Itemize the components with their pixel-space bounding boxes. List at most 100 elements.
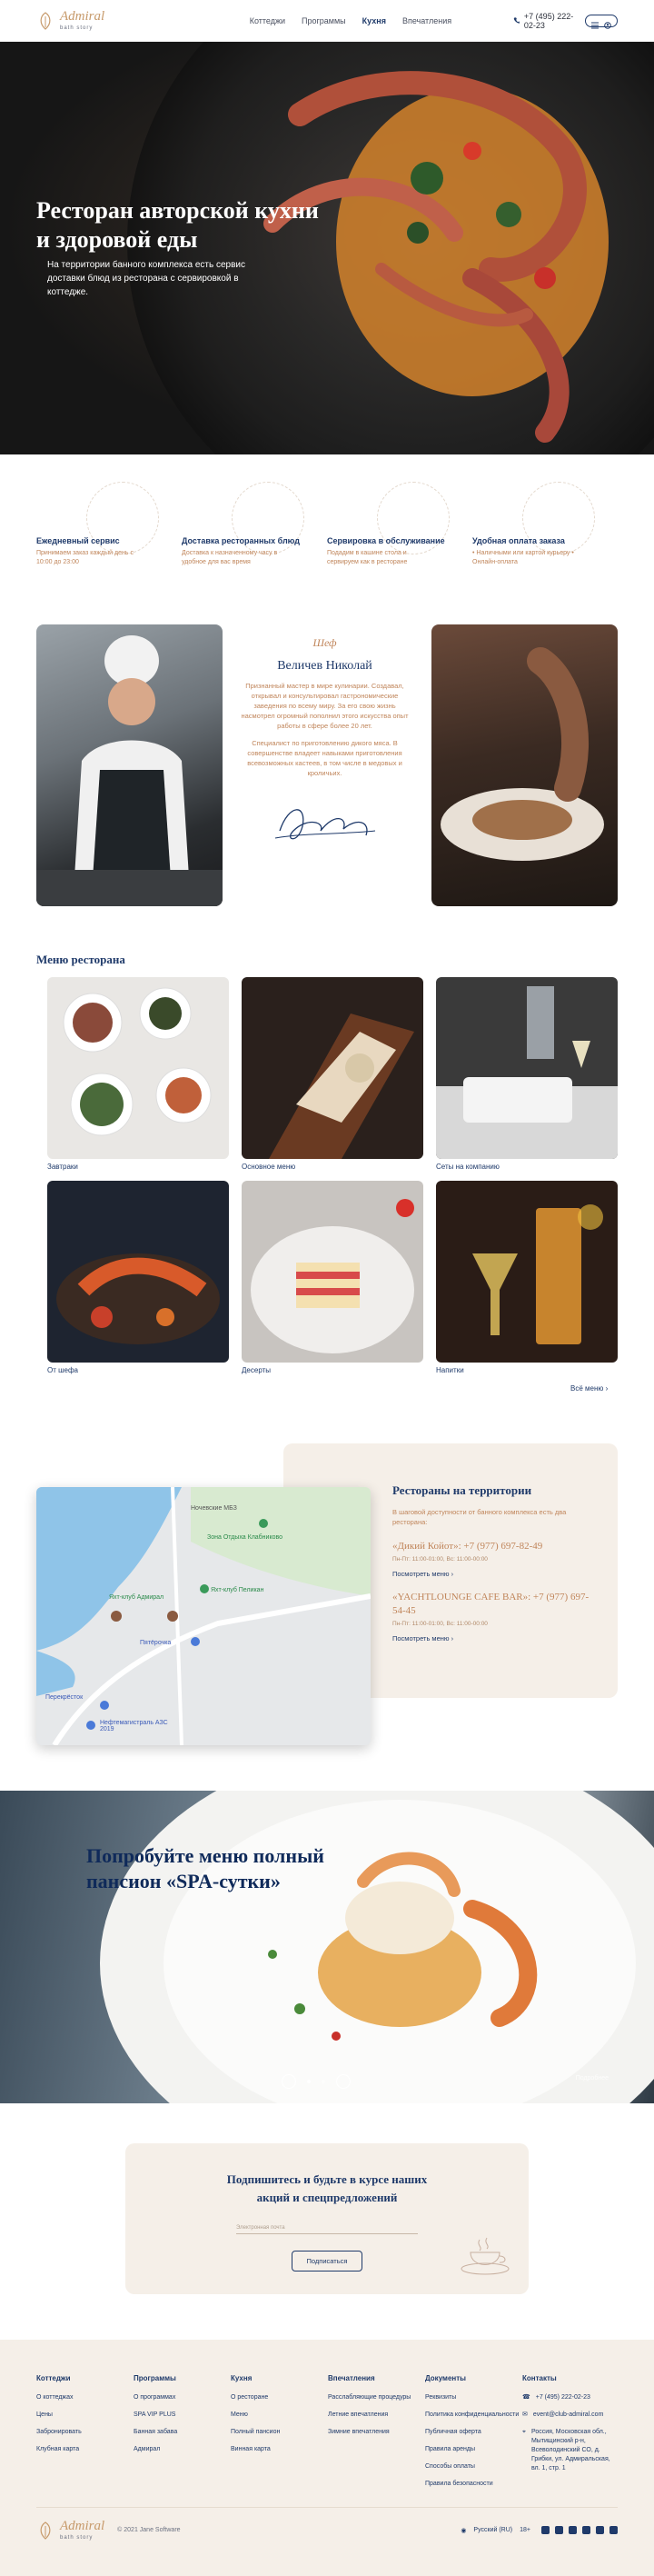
footer-phone[interactable]: ☎ +7 (495) 222-02-23 bbox=[522, 2393, 618, 2402]
footer-link[interactable]: Винная карта bbox=[231, 2445, 328, 2454]
footer-logo[interactable]: Admiral bath story bbox=[36, 2520, 104, 2541]
menu-card-label: Десерты bbox=[242, 1366, 272, 1374]
feature-text: Подадим в кашине стола и сервируем как в… bbox=[327, 550, 408, 565]
menu-grid: Завтраки Основное меню Сеты на компанию … bbox=[47, 977, 618, 1374]
restaurant-menu-link[interactable]: Посмотреть меню › bbox=[392, 1570, 601, 1578]
nav-item-kitchen[interactable]: Кухня bbox=[362, 16, 386, 25]
footer-column-experiences: Впечатления Расслабляющие процедуры Летн… bbox=[328, 2374, 425, 2497]
language-label: Русский (RU) bbox=[473, 2527, 513, 2533]
footer-link[interactable]: SPA VIP PLUS bbox=[134, 2411, 231, 2420]
footer-column-title: Кухня bbox=[231, 2374, 253, 2382]
map-label: Нефтемагистраль АЗС 2019 bbox=[100, 1720, 168, 1732]
slider-dot[interactable] bbox=[307, 2080, 311, 2083]
telegram-icon[interactable] bbox=[582, 2526, 590, 2534]
footer-link[interactable]: Меню bbox=[231, 2411, 328, 2420]
footer-link[interactable]: Правила безопасности bbox=[425, 2480, 522, 2489]
instagram-icon[interactable] bbox=[541, 2526, 550, 2534]
footer-link[interactable]: Цены bbox=[36, 2411, 134, 2420]
vk-icon[interactable] bbox=[609, 2526, 618, 2534]
restaurant-name[interactable]: «YACHTLOUNGE CAFE BAR»: +7 (977) 697-54-… bbox=[392, 1591, 601, 1618]
footer-phone-text: +7 (495) 222-02-23 bbox=[535, 2394, 590, 2401]
menu-card-image bbox=[242, 977, 423, 1159]
nav-item-programs[interactable]: Программы bbox=[302, 16, 346, 25]
map-label: Яхт-клуб Адмирал bbox=[109, 1594, 164, 1601]
menu-card-label: Напитки bbox=[436, 1366, 464, 1374]
restaurant-name[interactable]: «Дикий Койот»: +7 (977) 697-82-49 bbox=[392, 1540, 601, 1553]
social-links bbox=[541, 2526, 618, 2534]
footer-link[interactable]: Публичная оферта bbox=[425, 2428, 522, 2437]
nav-item-experiences[interactable]: Впечатления bbox=[402, 16, 451, 25]
footer-link[interactable]: Реквизиты bbox=[425, 2393, 522, 2402]
footer-link[interactable]: Зимние впечатления bbox=[328, 2428, 425, 2437]
footer-link[interactable]: О программах bbox=[134, 2393, 231, 2402]
map-label: Перекрёсток bbox=[45, 1694, 84, 1701]
feature-title: Доставка ресторанных блюд bbox=[182, 536, 300, 545]
all-menu-label: Всё меню bbox=[570, 1384, 604, 1393]
slider-prev-button[interactable] bbox=[282, 2074, 296, 2089]
footer-address: ⌖ Россия, Московская обл., Мытищинский р-… bbox=[522, 2428, 618, 2473]
footer-link[interactable]: Политика конфиденциальности bbox=[425, 2411, 522, 2420]
chevron-right-icon: › bbox=[451, 1570, 454, 1578]
language-selector[interactable]: ◉ Русский (RU) 18+ bbox=[461, 2527, 530, 2534]
footer-link[interactable]: Расслабляющие процедуры bbox=[328, 2393, 425, 2402]
all-menu-link[interactable]: Всё меню › bbox=[570, 1384, 608, 1393]
user-icon[interactable] bbox=[604, 17, 611, 29]
menu-card-main[interactable]: Основное меню bbox=[242, 977, 423, 1171]
whatsapp-icon[interactable] bbox=[569, 2526, 577, 2534]
footer-email[interactable]: ✉ event@club-admiral.com bbox=[522, 2411, 618, 2420]
footer-link[interactable]: Клубная карта bbox=[36, 2445, 134, 2454]
chevron-right-icon: › bbox=[451, 1634, 454, 1642]
restaurants-title: Рестораны на территории bbox=[392, 1483, 532, 1497]
chef-info: Шеф Величев Николай Признанный мастер в … bbox=[232, 636, 418, 849]
slider-dot[interactable] bbox=[322, 2080, 325, 2083]
subscribe-email-input[interactable]: Электронная почта bbox=[236, 2225, 418, 2234]
hero-title: Ресторан авторской кухни и здоровой еды bbox=[36, 197, 319, 253]
copyright: © 2021 Jane Software bbox=[117, 2527, 181, 2533]
footer-link[interactable]: Правила аренды bbox=[425, 2445, 522, 2454]
restaurants-map[interactable]: Ночевские МБЗ Зона Отдыха Клабниково Яхт… bbox=[36, 1487, 371, 1745]
menu-card-label: От шефа bbox=[47, 1366, 79, 1374]
map-label: Яхт-клуб Пеликан bbox=[211, 1587, 264, 1593]
restaurant-menu-link[interactable]: Посмотреть меню › bbox=[392, 1634, 601, 1642]
subscribe-button[interactable]: Подписаться bbox=[291, 2251, 363, 2271]
slider-next-button[interactable] bbox=[336, 2074, 351, 2089]
menu-card-sets[interactable]: Сеты на компанию bbox=[436, 977, 618, 1171]
logo[interactable]: Admiral bath story bbox=[36, 10, 195, 31]
footer-column-kitchen: Кухня О ресторане Меню Полный пансион Ви… bbox=[231, 2374, 328, 2497]
footer-link[interactable]: Полный пансион bbox=[231, 2428, 328, 2437]
footer-link[interactable]: Банная забава bbox=[134, 2428, 231, 2437]
menu-card-image bbox=[47, 977, 229, 1159]
footer-column-title: Впечатления bbox=[328, 2374, 375, 2382]
menu-card-breakfast[interactable]: Завтраки bbox=[47, 977, 229, 1171]
nav-item-cottages[interactable]: Коттеджи bbox=[250, 16, 285, 25]
menu-card-desserts[interactable]: Десерты bbox=[242, 1181, 423, 1374]
footer-link[interactable]: О ресторане bbox=[231, 2393, 328, 2402]
menu-section-title: Меню ресторана bbox=[36, 953, 125, 966]
subscribe-title: Подпишитесь и будьте в курсе наших акций… bbox=[226, 2172, 428, 2204]
dish-image bbox=[441, 647, 604, 861]
footer-link[interactable]: Забронировать bbox=[36, 2428, 134, 2437]
logo-mark-icon bbox=[40, 11, 51, 30]
logo-sub: bath story bbox=[60, 25, 94, 31]
footer-link[interactable]: Летние впечатления bbox=[328, 2411, 425, 2420]
footer-column-contacts: Контакты ☎ +7 (495) 222-02-23 ✉ event@club… bbox=[522, 2374, 618, 2497]
spa-corner-link[interactable]: Подробнее bbox=[576, 2075, 609, 2082]
footer-column-programs: Программы О программах SPA VIP PLUS Банн… bbox=[134, 2374, 231, 2497]
spa-title: Попробуйте меню полный пансион «SPA-сутк… bbox=[86, 1844, 324, 1892]
header-phone[interactable]: +7 (495) 222-02-23 bbox=[513, 12, 585, 30]
facebook-icon[interactable] bbox=[555, 2526, 563, 2534]
feature-title: Ежедневный сервис bbox=[36, 536, 120, 545]
footer-link[interactable]: О коттеджах bbox=[36, 2393, 134, 2402]
menu-card-drinks[interactable]: Напитки bbox=[436, 1181, 618, 1374]
feature-text: Доставка к назначенному часу в удобное д… bbox=[182, 550, 278, 565]
feature-item: Ежедневный сервис Принимаем заказ каждый… bbox=[36, 473, 182, 582]
menu-icon[interactable] bbox=[591, 17, 599, 28]
youtube-icon[interactable] bbox=[596, 2526, 604, 2534]
restaurants-subtitle: В шаговой доступности от банного комплек… bbox=[392, 1508, 567, 1526]
footer-link[interactable]: Адмирал bbox=[134, 2445, 231, 2454]
tea-cup-icon bbox=[461, 2237, 510, 2275]
menu-card-chef[interactable]: От шефа bbox=[47, 1181, 229, 1374]
logo-name: Admiral bbox=[60, 9, 105, 24]
chef-name: Величев Николай bbox=[277, 659, 372, 673]
footer-link[interactable]: Способы оплаты bbox=[425, 2462, 522, 2471]
